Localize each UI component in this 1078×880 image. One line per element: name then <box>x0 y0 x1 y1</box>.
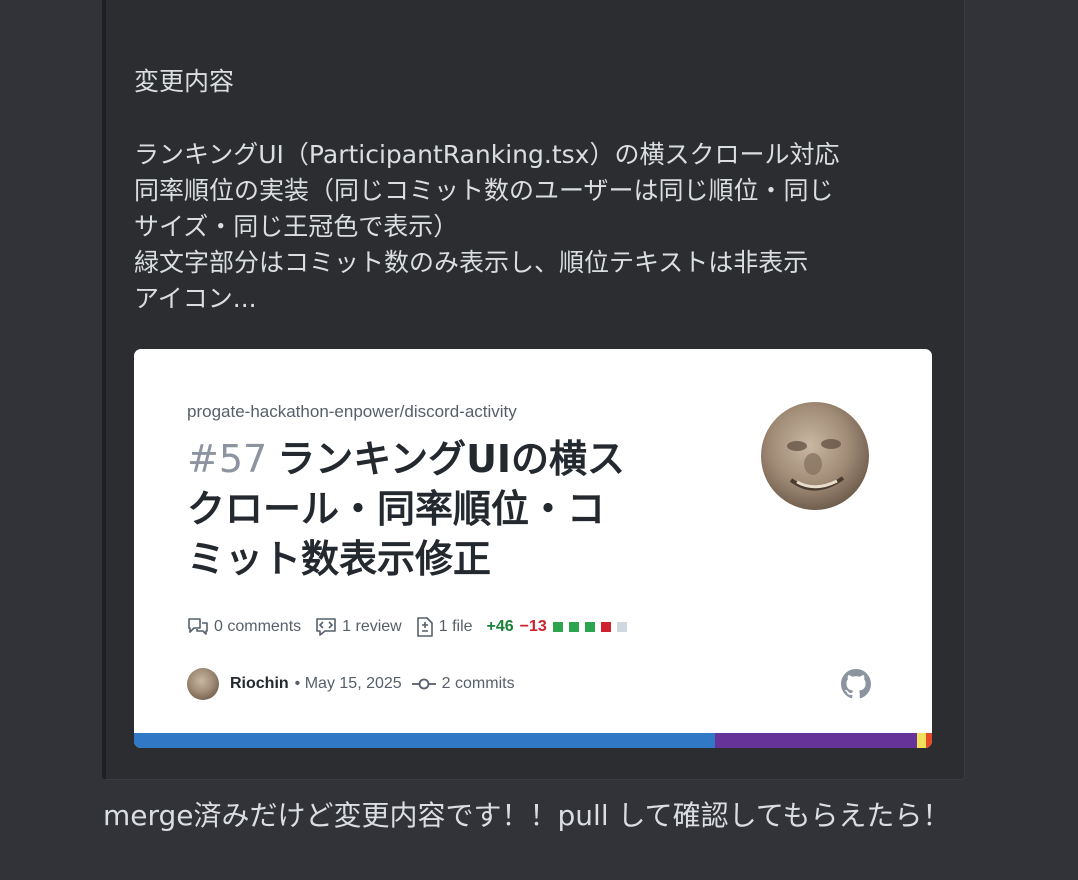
language-bar <box>134 733 932 748</box>
diffstat-square <box>568 622 579 632</box>
pr-author-avatar-large <box>761 402 869 510</box>
embed-description-line: ランキングUI（ParticipantRanking.tsx）の横スクロール対応 <box>134 140 840 169</box>
language-segment <box>916 733 926 748</box>
github-icon <box>841 669 871 699</box>
diffstat-square <box>616 622 627 632</box>
file-diff-icon <box>416 617 433 637</box>
deletions-count: −13 <box>519 618 547 635</box>
pr-number: #57 <box>187 437 268 481</box>
pr-title-line: クロール・同率順位・コ <box>187 487 606 531</box>
diffstat-square <box>584 622 595 632</box>
pr-date: • May 15, 2025 <box>294 675 402 692</box>
files-stat: 1 file <box>416 616 473 638</box>
author-name: Riochin <box>230 675 289 692</box>
embed-description-line: 緑文字部分はコミット数のみ表示し、順位テキストは非表示 <box>134 248 809 277</box>
author-avatar <box>187 668 219 700</box>
pr-title-line: ミット数表示修正 <box>187 537 492 581</box>
files-count: 1 file <box>438 618 473 635</box>
embed-description: ランキングUI（ParticipantRanking.tsx）の横スクロール対応… <box>134 137 934 317</box>
embed-description-line: 同率順位の実装（同じコミット数のユーザーは同じ順位・同じ <box>134 176 834 205</box>
additions-count: +46 <box>486 618 514 635</box>
comment-discussion-icon <box>188 618 208 635</box>
embed-section-title: 変更内容 <box>134 67 235 96</box>
language-segment <box>925 733 932 748</box>
git-commit-icon <box>411 678 436 690</box>
pr-title-line: ランキングUIの横ス <box>277 437 626 481</box>
pr-stats: 0 comments 1 review 1 file +46 −13 <box>187 615 633 639</box>
comments-count: 0 comments <box>214 618 302 635</box>
comments-stat: 0 comments <box>187 617 301 637</box>
embed-description-line: アイコン... <box>134 284 257 313</box>
chat-message-text: merge済みだけど変更内容です！！pull して確認してもらえたら！ <box>103 799 951 832</box>
commits-count: 2 commits <box>441 675 515 692</box>
pr-meta: Riochin • May 15, 2025 2 commits <box>187 667 515 701</box>
diffstat-square <box>600 622 611 632</box>
language-segment <box>714 733 917 748</box>
reviews-count: 1 review <box>342 618 402 635</box>
diffstat-bar <box>552 622 633 632</box>
diffstat-square <box>552 622 563 632</box>
reviews-stat: 1 review <box>315 617 402 637</box>
repo-name: progate-hackathon-enpower/discord-activi… <box>187 402 517 421</box>
code-review-icon <box>316 618 336 636</box>
github-pr-preview-card[interactable]: progate-hackathon-enpower/discord-activi… <box>134 349 932 748</box>
language-segment <box>134 733 715 748</box>
pr-title: #57 ランキングUIの横ス クロール・同率順位・コ ミット数表示修正 <box>187 434 687 584</box>
embed-description-line: サイズ・同じ王冠色で表示） <box>134 212 459 241</box>
